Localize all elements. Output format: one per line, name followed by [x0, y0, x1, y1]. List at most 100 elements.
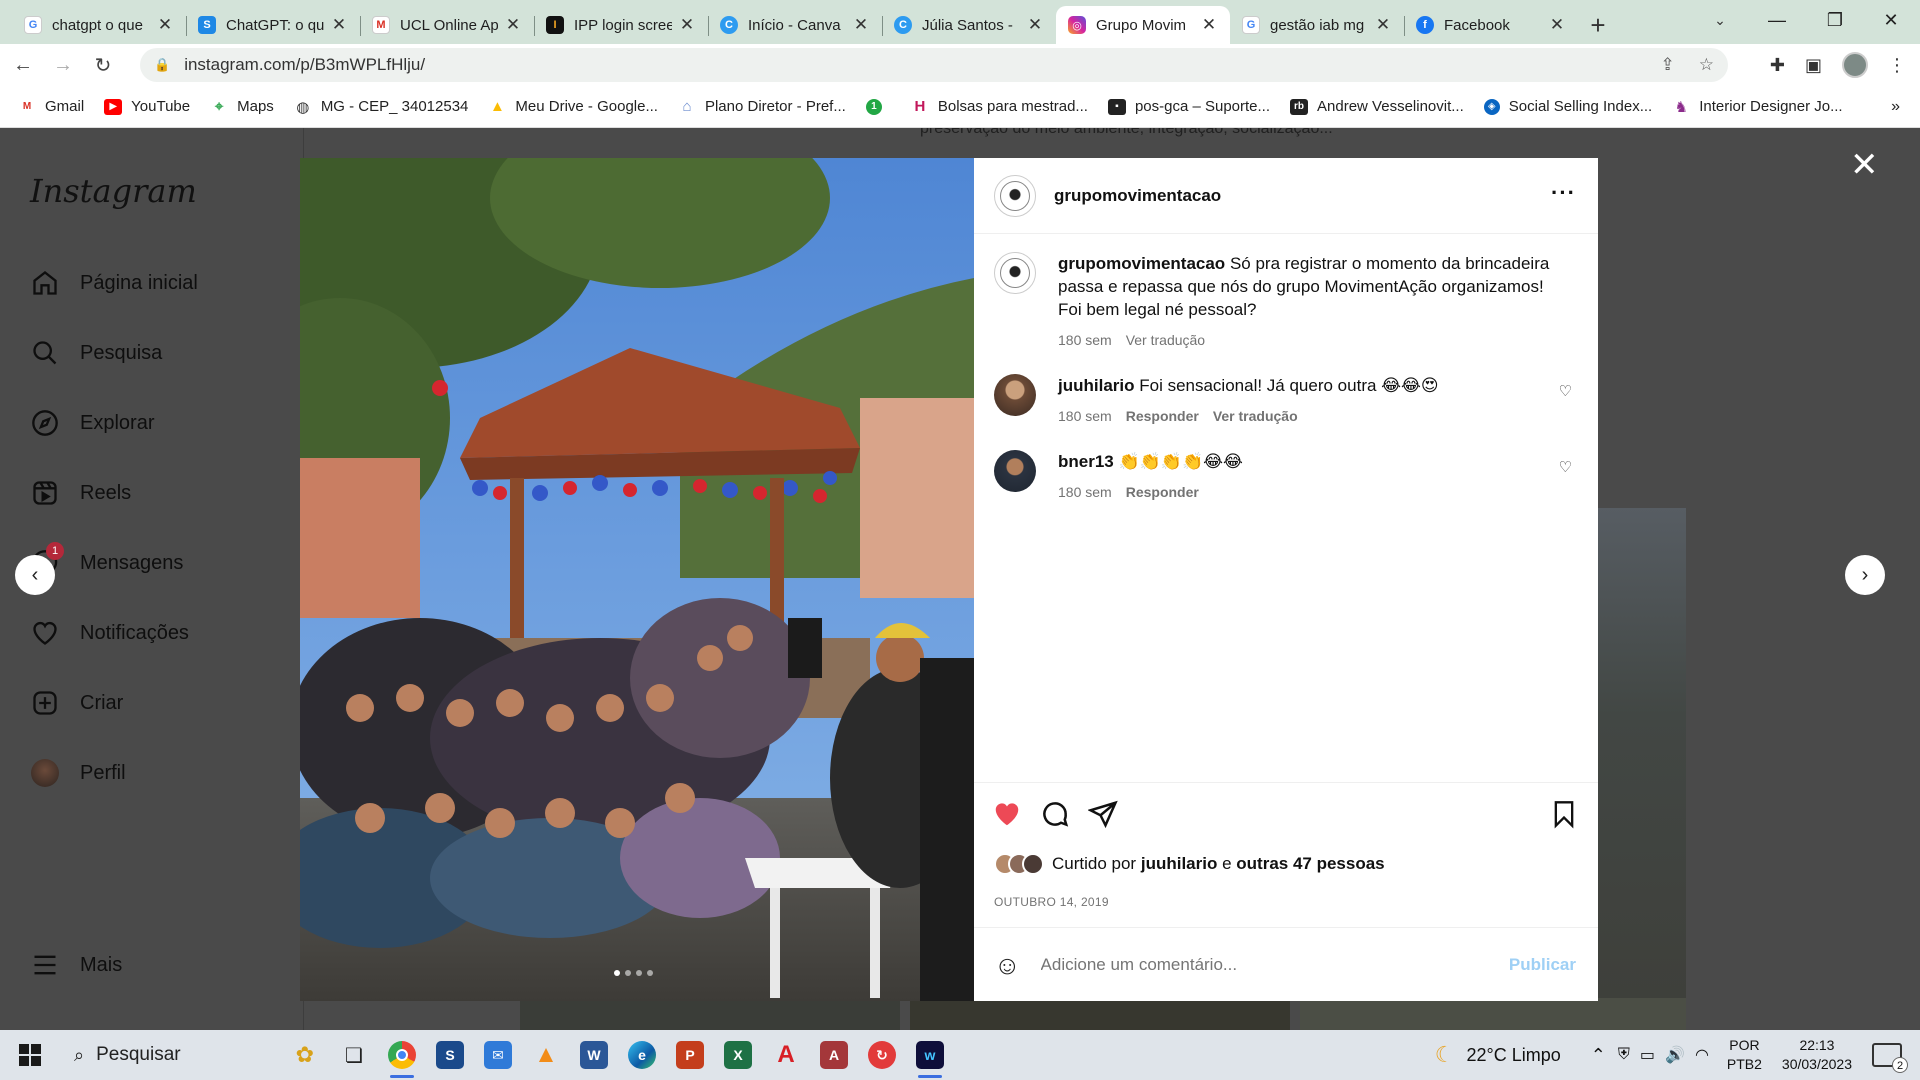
- close-icon[interactable]: ✕: [852, 15, 870, 35]
- post-date[interactable]: OUTUBRO 14, 2019: [994, 895, 1109, 909]
- tab-facebook[interactable]: f Facebook ✕: [1404, 6, 1578, 44]
- caption-translate-link[interactable]: Ver tradução: [1126, 329, 1205, 352]
- comment-time[interactable]: 180 sem: [1058, 481, 1112, 504]
- caption-username[interactable]: grupomovimentacao: [1058, 254, 1225, 273]
- share-icon[interactable]: ⇪: [1661, 55, 1675, 75]
- comment-time[interactable]: 180 sem: [1058, 405, 1112, 428]
- save-bookmark-icon[interactable]: [1550, 799, 1578, 834]
- nav-notifications[interactable]: Notificações: [30, 618, 189, 648]
- extensions-icon[interactable]: ✚: [1770, 55, 1785, 76]
- word-icon[interactable]: W: [570, 1030, 618, 1080]
- task-view-icon[interactable]: ❏: [330, 1030, 378, 1080]
- bookmark-plano-diretor[interactable]: ⌂ Plano Diretor - Pref...: [678, 98, 845, 115]
- translate-link[interactable]: Ver tradução: [1213, 405, 1298, 428]
- bookmark-drive[interactable]: ▲ Meu Drive - Google...: [488, 98, 658, 115]
- bookmark-star-icon[interactable]: ☆: [1699, 55, 1714, 75]
- webex-icon[interactable]: w: [906, 1030, 954, 1080]
- new-tab-button[interactable]: +: [1578, 6, 1618, 44]
- refresh-app-icon[interactable]: ↻: [858, 1030, 906, 1080]
- commenter-avatar[interactable]: [994, 374, 1036, 416]
- bookmark-cep[interactable]: ◍ MG - CEP_ 34012534: [294, 98, 468, 116]
- minimize-button[interactable]: —: [1748, 0, 1806, 40]
- close-icon[interactable]: ✕: [1548, 15, 1566, 35]
- sketchup-icon[interactable]: S: [426, 1030, 474, 1080]
- nav-create[interactable]: Criar: [30, 688, 123, 718]
- comment-like-icon[interactable]: ♡: [1559, 382, 1572, 400]
- tab-ipp[interactable]: I IPP login scree ✕: [534, 6, 708, 44]
- weather-widget[interactable]: ☾ 22°C Limpo: [1435, 1042, 1561, 1068]
- post-author-avatar[interactable]: [994, 174, 1036, 217]
- chrome-icon[interactable]: [378, 1030, 426, 1080]
- caption-time[interactable]: 180 sem: [1058, 329, 1112, 352]
- tab-ucl[interactable]: M UCL Online Ap ✕: [360, 6, 534, 44]
- reply-link[interactable]: Responder: [1126, 481, 1199, 504]
- access-icon[interactable]: A: [810, 1030, 858, 1080]
- tab-julia[interactable]: C Júlia Santos - ✕: [882, 6, 1056, 44]
- security-icon[interactable]: ⛨: [1618, 1046, 1630, 1064]
- bookmark-ssi[interactable]: ◈ Social Selling Index...: [1483, 98, 1652, 115]
- next-post-button[interactable]: ›: [1845, 555, 1885, 595]
- vlc-icon[interactable]: ▲: [522, 1030, 570, 1080]
- bookmark-andrew[interactable]: rb Andrew Vesselinovit...: [1290, 98, 1464, 115]
- tab-search-chevron-icon[interactable]: ⌄: [1700, 0, 1740, 40]
- commenter-avatar[interactable]: [994, 450, 1036, 492]
- volume-icon[interactable]: 🔊: [1665, 1045, 1685, 1065]
- comment-input[interactable]: [1040, 955, 1481, 975]
- maximize-button[interactable]: ❐: [1806, 0, 1864, 40]
- modal-close-icon[interactable]: ✕: [1850, 145, 1879, 185]
- notification-center-icon[interactable]: 2: [1872, 1043, 1908, 1073]
- bookmark-pos-gca[interactable]: ▪ pos-gca – Suporte...: [1107, 98, 1270, 115]
- tab-grupo-movimentacao[interactable]: ◎ Grupo Movim ✕: [1056, 6, 1230, 44]
- start-button[interactable]: [0, 1030, 60, 1080]
- more-options-icon[interactable]: ···: [1551, 180, 1576, 206]
- menu-icon[interactable]: ⋮: [1888, 55, 1906, 76]
- emoji-icon[interactable]: ☺: [994, 950, 1021, 981]
- post-author-username[interactable]: grupomovimentacao: [1054, 186, 1221, 206]
- more-bookmarks-icon[interactable]: »: [1891, 98, 1900, 116]
- comment-like-icon[interactable]: ♡: [1559, 458, 1572, 476]
- nav-search[interactable]: Pesquisa: [30, 338, 162, 368]
- lock-icon[interactable]: 🔒: [154, 57, 170, 73]
- profile-avatar[interactable]: [1842, 52, 1868, 78]
- nav-more[interactable]: Mais: [30, 950, 122, 980]
- nav-home[interactable]: Página inicial: [30, 268, 198, 298]
- caption-author-avatar[interactable]: [994, 252, 1036, 294]
- close-icon[interactable]: ✕: [156, 15, 174, 35]
- close-icon[interactable]: ✕: [1200, 15, 1218, 35]
- comment-icon[interactable]: [1040, 799, 1070, 836]
- edge-icon[interactable]: e: [618, 1030, 666, 1080]
- tab-gestao[interactable]: Ggestão iab mg ✕: [1230, 6, 1404, 44]
- powerpoint-icon[interactable]: P: [666, 1030, 714, 1080]
- wifi-icon[interactable]: ◠: [1695, 1045, 1709, 1065]
- close-icon[interactable]: ✕: [678, 15, 696, 35]
- publish-button[interactable]: Publicar: [1509, 955, 1576, 975]
- language-indicator[interactable]: POR PTB2: [1727, 1036, 1762, 1074]
- previous-post-button[interactable]: ‹: [15, 555, 55, 595]
- bookmark-bolsas[interactable]: H Bolsas para mestrad...: [911, 98, 1088, 115]
- side-panel-icon[interactable]: ▣: [1805, 55, 1822, 76]
- comment-username[interactable]: juuhilario: [1058, 376, 1135, 395]
- chevron-up-icon[interactable]: ⌃: [1591, 1045, 1606, 1066]
- window-close-button[interactable]: ✕: [1862, 0, 1920, 40]
- address-bar[interactable]: 🔒 instagram.com/p/B3mWPLfHlju/ ⇪ ☆: [140, 48, 1728, 82]
- tab-canva[interactable]: C Início - Canva ✕: [708, 6, 882, 44]
- reload-button[interactable]: ↻: [86, 48, 120, 82]
- tab-chatgpt[interactable]: S ChatGPT: o qu ✕: [186, 6, 360, 44]
- reply-link[interactable]: Responder: [1126, 405, 1199, 428]
- nav-profile[interactable]: Perfil: [30, 758, 126, 788]
- close-icon[interactable]: ✕: [504, 15, 522, 35]
- post-photo[interactable]: ›: [300, 158, 974, 1001]
- comment-username[interactable]: bner13: [1058, 452, 1114, 471]
- close-icon[interactable]: ✕: [1374, 15, 1392, 35]
- liked-by-others[interactable]: outras 47 pessoas: [1236, 854, 1384, 873]
- close-icon[interactable]: ✕: [330, 15, 348, 35]
- acrobat-icon[interactable]: A: [762, 1030, 810, 1080]
- bookmark-green[interactable]: 1: [865, 98, 891, 115]
- bookmark-interior[interactable]: ♞ Interior Designer Jo...: [1672, 98, 1842, 116]
- bookmark-maps[interactable]: ⌖ Maps: [210, 98, 274, 115]
- instagram-logo[interactable]: Instagram: [30, 172, 197, 210]
- share-icon[interactable]: [1087, 799, 1118, 836]
- taskbar-search[interactable]: ⌕ Pesquisar ✿: [60, 1030, 330, 1080]
- nav-explore[interactable]: Explorar: [30, 408, 154, 438]
- excel-icon[interactable]: X: [714, 1030, 762, 1080]
